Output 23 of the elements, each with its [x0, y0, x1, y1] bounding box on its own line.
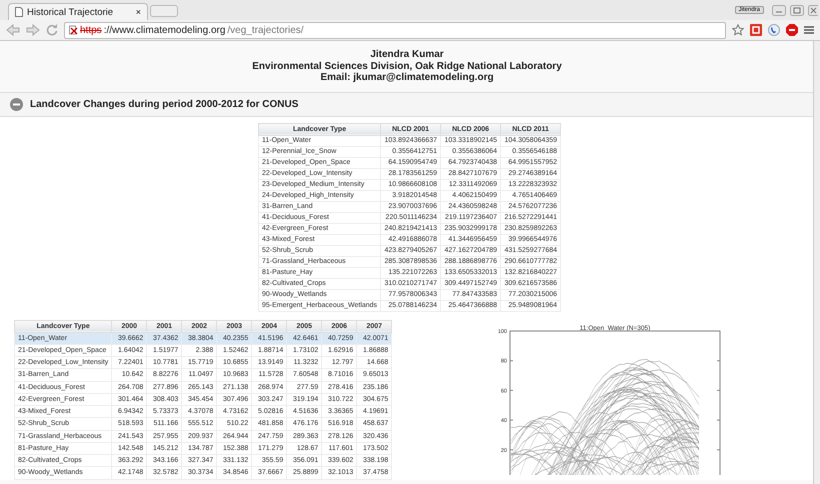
phone-icon[interactable]: [768, 24, 780, 36]
author-affiliation: Environmental Sciences Division, Oak Ridge National Laboratory: [251, 60, 563, 72]
star-icon[interactable]: [732, 24, 744, 36]
forward-icon[interactable]: [26, 24, 40, 36]
adblock-icon[interactable]: [786, 24, 798, 36]
page-icon: [15, 7, 23, 17]
author-email: Email: jkumar@climatemodeling.org: [319, 72, 495, 84]
insecure-lock-icon: [69, 25, 78, 35]
extension-icon[interactable]: [750, 24, 762, 36]
address-field[interactable]: https ://www.climatemodeling.org /veg_trajectories/: [64, 22, 726, 38]
maximize-icon[interactable]: [790, 4, 804, 16]
tab-title: Historical Trajectorie: [27, 6, 114, 18]
scrollbar[interactable]: [813, 41, 820, 484]
reload-icon[interactable]: [46, 24, 58, 36]
close-icon[interactable]: ×: [136, 7, 141, 17]
browser-tab[interactable]: Historical Trajectorie ×: [8, 3, 148, 20]
collapse-icon[interactable]: [10, 98, 23, 110]
back-icon[interactable]: [6, 24, 20, 36]
close-icon[interactable]: [808, 4, 818, 16]
author-name: Jitendra Kumar: [369, 49, 445, 60]
section-header[interactable]: Landcover Changes during period 2000-2012 for CONUS: [0, 92, 814, 116]
menu-icon[interactable]: [804, 25, 814, 35]
minimize-icon[interactable]: [772, 4, 786, 16]
